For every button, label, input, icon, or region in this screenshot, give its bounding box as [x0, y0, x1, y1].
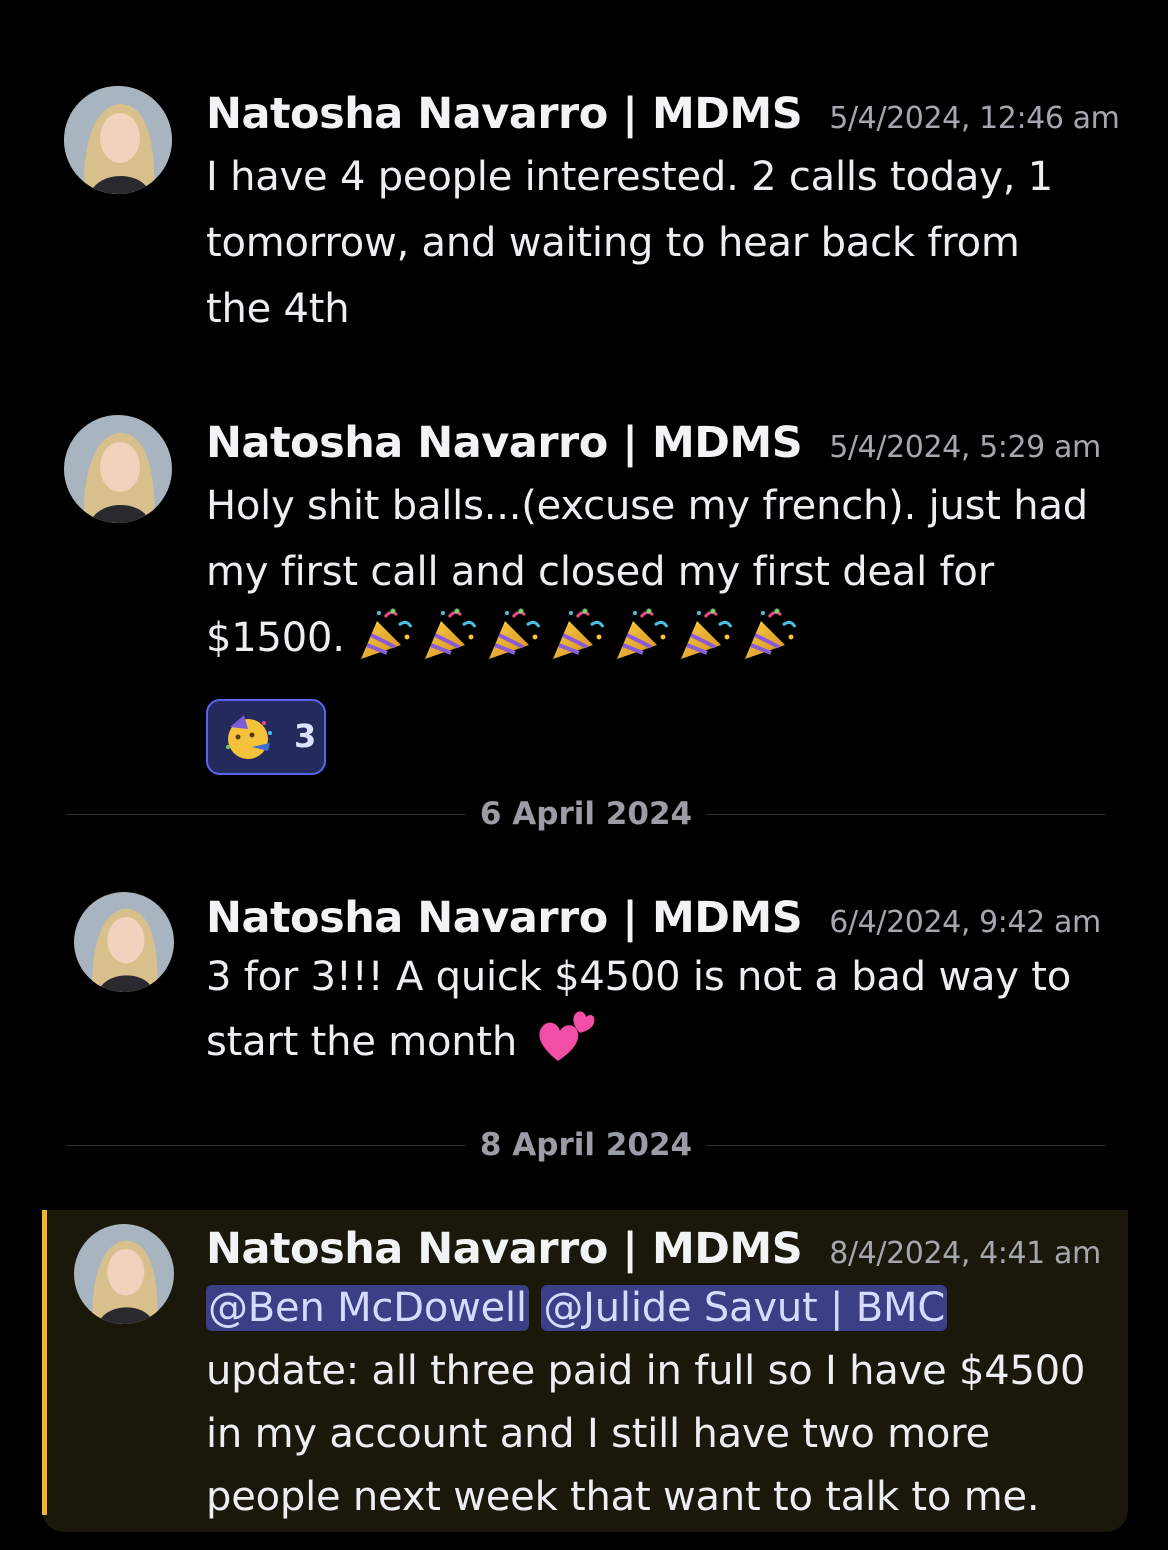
message-line: update: all three paid in full so I have… [206, 1348, 1086, 1394]
message-line: the 4th [206, 286, 350, 332]
party-popper-icon [485, 607, 543, 661]
message-author[interactable]: Natosha Navarro | MDMS [206, 89, 803, 139]
message-author[interactable]: Natosha Navarro | MDMS [206, 1224, 803, 1274]
message-line: Holy shit balls...(excuse my french). ju… [206, 483, 1088, 529]
party-popper-icon [677, 607, 735, 661]
party-popper-icon [741, 607, 799, 661]
date-divider-label: 6 April 2024 [479, 796, 693, 832]
user-avatar[interactable] [74, 892, 174, 992]
message-line: 3 for 3!!! A quick $4500 is not a bad wa… [206, 954, 1072, 1000]
message-line: start the month [206, 1009, 1158, 1082]
message-author[interactable]: Natosha Navarro | MDMS [206, 418, 803, 468]
message-timestamp: 5/4/2024, 12:46 am [829, 101, 1120, 136]
message-text: I have 4 people interested. 2 calls toda… [206, 144, 1158, 342]
message-line-text: start the month [206, 1019, 518, 1065]
mention-highlight-bar [42, 1210, 47, 1515]
user-avatar[interactable] [64, 86, 172, 194]
partying-face-icon [224, 713, 276, 765]
message-text: @Ben McDowell @Julide Savut | BMC update… [206, 1277, 1158, 1529]
message-timestamp: 6/4/2024, 9:42 am [829, 905, 1101, 940]
divider-line [66, 1145, 466, 1146]
message-timestamp: 5/4/2024, 5:29 am [829, 430, 1101, 465]
date-divider-label: 8 April 2024 [479, 1127, 693, 1163]
message-line: my first call and closed my first deal f… [206, 549, 994, 595]
mention-line: @Ben McDowell @Julide Savut | BMC [206, 1277, 1158, 1340]
user-mention[interactable]: @Ben McDowell [206, 1285, 529, 1331]
message-line: I have 4 people interested. 2 calls toda… [206, 154, 1053, 200]
divider-line [706, 1145, 1106, 1146]
reaction-button[interactable]: 3 [206, 699, 326, 775]
user-avatar[interactable] [64, 415, 172, 523]
message-line: people next week that want to talk to me… [206, 1474, 1040, 1520]
two-hearts-icon [536, 1009, 596, 1082]
message-line: tomorrow, and waiting to hear back from [206, 220, 1020, 266]
party-popper-icon [549, 607, 607, 661]
divider-line [66, 814, 466, 815]
reaction-count: 3 [294, 717, 317, 755]
user-mention[interactable]: @Julide Savut | BMC [541, 1285, 948, 1331]
party-popper-icon [613, 607, 671, 661]
party-popper-icon [357, 607, 415, 661]
message-author[interactable]: Natosha Navarro | MDMS [206, 893, 803, 943]
message-timestamp: 8/4/2024, 4:41 am [829, 1236, 1101, 1271]
date-divider: 6 April 2024 [66, 794, 1106, 834]
user-avatar[interactable] [74, 1224, 174, 1324]
message-line: in my account and I still have two more [206, 1411, 990, 1457]
message-text: 3 for 3!!! A quick $4500 is not a bad wa… [206, 946, 1158, 1082]
message-line-text: $1500. [206, 615, 345, 661]
party-popper-icon [421, 607, 479, 661]
date-divider: 8 April 2024 [66, 1125, 1106, 1165]
message-text: Holy shit balls...(excuse my french). ju… [206, 473, 1158, 671]
divider-line [706, 814, 1106, 815]
message-line: $1500. [206, 605, 1158, 671]
party-popper-emoji-row [357, 608, 805, 661]
